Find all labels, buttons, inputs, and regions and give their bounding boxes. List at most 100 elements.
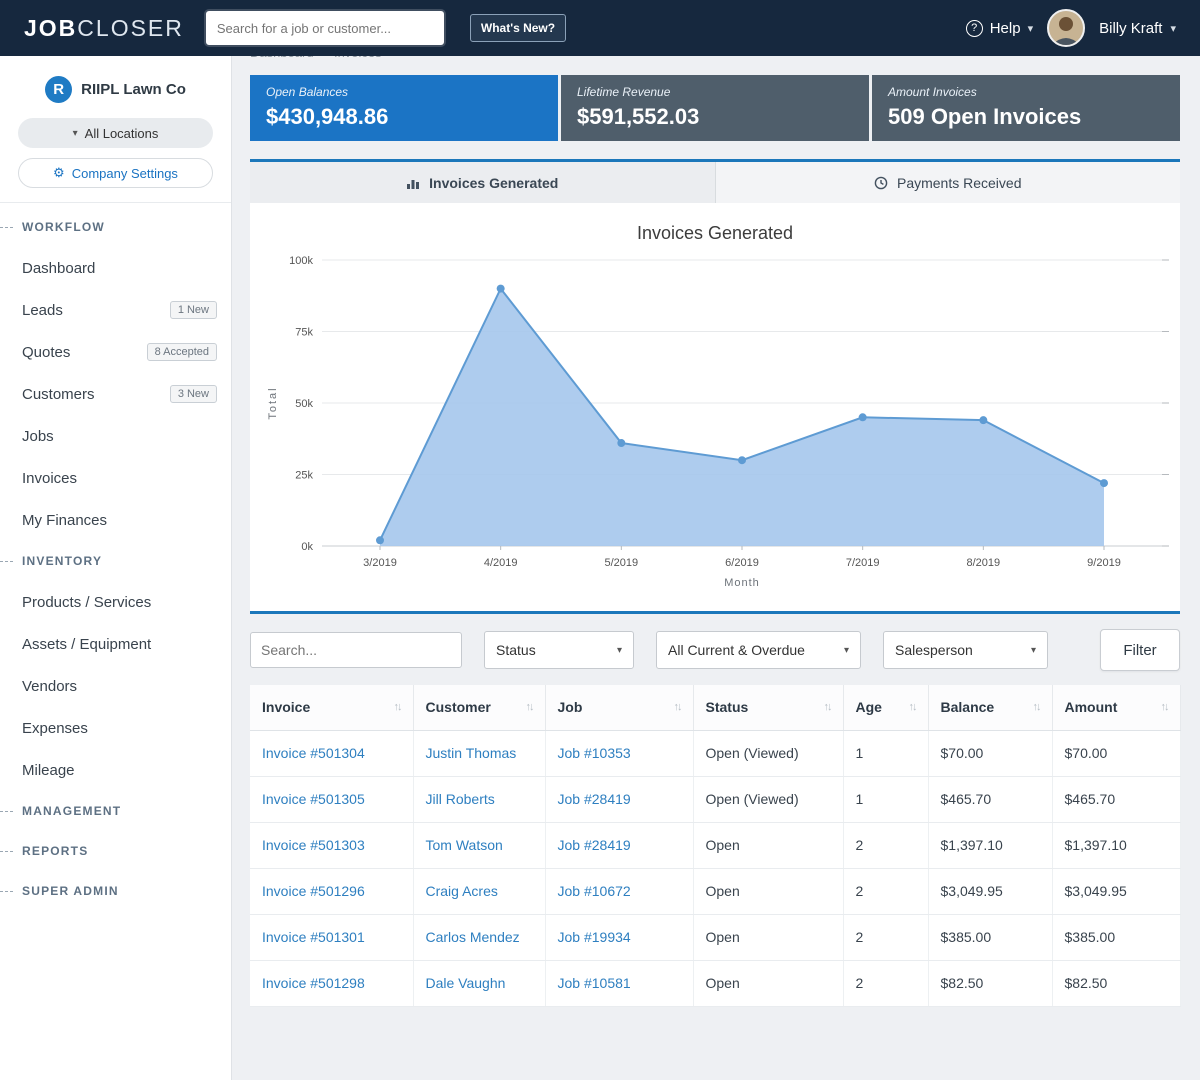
bar-chart-icon [406, 176, 420, 190]
stat-label: Lifetime Revenue [577, 85, 853, 99]
column-header-age[interactable]: ↑↓ Age [843, 685, 928, 730]
user-menu[interactable]: Billy Kraft ▾ [1099, 20, 1176, 37]
tab-label: Invoices Generated [429, 175, 558, 191]
column-label: Invoice [262, 699, 310, 715]
svg-text:8/2019: 8/2019 [967, 557, 1001, 569]
table-search-input[interactable] [250, 632, 462, 668]
sidebar-item-assets-equipment[interactable]: Assets / Equipment [0, 623, 231, 665]
cell-job[interactable]: Job #19934 [545, 914, 693, 960]
chart-tabs: Invoices Generated Payments Received [250, 159, 1180, 203]
chart-title: Invoices Generated [250, 223, 1180, 244]
stat-card-lifetime-revenue: Lifetime Revenue $591,552.03 [561, 75, 869, 141]
sidebar-item-my-finances[interactable]: My Finances [0, 499, 231, 541]
nav-item-label: Dashboard [22, 260, 95, 277]
cell-job[interactable]: Job #10581 [545, 960, 693, 1006]
svg-text:Total: Total [267, 386, 279, 419]
svg-text:6/2019: 6/2019 [725, 557, 759, 569]
column-label: Amount [1065, 699, 1118, 715]
sidebar-item-dashboard[interactable]: Dashboard [0, 247, 231, 289]
svg-text:75k: 75k [295, 327, 313, 339]
cell-customer[interactable]: Jill Roberts [413, 776, 545, 822]
sidebar-item-jobs[interactable]: Jobs [0, 415, 231, 457]
user-avatar[interactable] [1047, 9, 1085, 47]
column-header-status[interactable]: ↑↓Status [693, 685, 843, 730]
table-head: ↑↓Invoice↑↓Customer↑↓Job↑↓Status↑↓Age↑↓B… [250, 685, 1180, 730]
cell-status: Open (Viewed) [693, 730, 843, 776]
cell-customer[interactable]: Dale Vaughn [413, 960, 545, 1006]
nav-section-inventory: INVENTORY [0, 541, 231, 581]
company-settings-button[interactable]: ⚙ Company Settings [18, 158, 213, 188]
cell-balance: $82.50 [928, 960, 1052, 1006]
locations-dropdown[interactable]: ▾ All Locations [18, 118, 213, 148]
stat-value: $430,948.86 [266, 104, 542, 130]
sidebar-item-invoices[interactable]: Invoices [0, 457, 231, 499]
cell-invoice[interactable]: Invoice #501296 [250, 868, 413, 914]
filter-select-all-current-overdue[interactable]: All Current & Overdue▾ [656, 631, 861, 669]
cell-customer[interactable]: Justin Thomas [413, 730, 545, 776]
cell-status: Open [693, 960, 843, 1006]
tab-invoices-generated[interactable]: Invoices Generated [250, 162, 715, 203]
invoices-generated-chart: 0k25k50k75k100k3/20194/20195/20196/20197… [250, 246, 1180, 598]
select-value: Salesperson [895, 642, 973, 658]
cell-invoice[interactable]: Invoice #501303 [250, 822, 413, 868]
stat-value: $591,552.03 [577, 104, 853, 130]
sidebar-item-products-services[interactable]: Products / Services [0, 581, 231, 623]
cell-amount: $385.00 [1052, 914, 1180, 960]
cell-amount: $82.50 [1052, 960, 1180, 1006]
nav-item-label: Vendors [22, 678, 77, 695]
filter-button[interactable]: Filter [1100, 629, 1180, 671]
column-header-job[interactable]: ↑↓Job [545, 685, 693, 730]
sidebar-item-mileage[interactable]: Mileage [0, 749, 231, 791]
cell-invoice[interactable]: Invoice #501305 [250, 776, 413, 822]
sort-icon: ↑↓ [526, 701, 533, 713]
filter-select-status[interactable]: Status▾ [484, 631, 634, 669]
cell-status: Open [693, 914, 843, 960]
cell-customer[interactable]: Carlos Mendez [413, 914, 545, 960]
cell-invoice[interactable]: Invoice #501298 [250, 960, 413, 1006]
column-label: Age [856, 699, 882, 715]
cell-amount: $70.00 [1052, 730, 1180, 776]
column-header-amount[interactable]: ↑↓Amount [1052, 685, 1180, 730]
sidebar-item-expenses[interactable]: Expenses [0, 707, 231, 749]
column-header-invoice[interactable]: ↑↓Invoice [250, 685, 413, 730]
column-header-customer[interactable]: ↑↓Customer [413, 685, 545, 730]
svg-text:5/2019: 5/2019 [605, 557, 639, 569]
cell-job[interactable]: Job #28419 [545, 776, 693, 822]
cell-invoice[interactable]: Invoice #501304 [250, 730, 413, 776]
cell-job[interactable]: Job #28419 [545, 822, 693, 868]
cell-invoice[interactable]: Invoice #501301 [250, 914, 413, 960]
nav-badge: 8 Accepted [147, 343, 217, 361]
cell-job[interactable]: Job #10353 [545, 730, 693, 776]
help-menu[interactable]: ? Help ▾ [966, 20, 1033, 37]
table-row: Invoice #501296Craig AcresJob #10672Open… [250, 868, 1180, 914]
chevron-down-icon: ▾ [1170, 22, 1176, 35]
nav-section-super-admin: SUPER ADMIN [0, 871, 231, 911]
sidebar-item-customers[interactable]: Customers3 New [0, 373, 231, 415]
whats-new-button[interactable]: What's New? [470, 14, 566, 42]
column-header-balance[interactable]: ↑↓Balance [928, 685, 1052, 730]
company-header: R RIIPL Lawn Co [0, 70, 231, 118]
filter-bar: Status▾ All Current & Overdue▾ Salesperson… [250, 614, 1180, 685]
svg-text:25k: 25k [295, 470, 313, 482]
sidebar-item-quotes[interactable]: Quotes8 Accepted [0, 331, 231, 373]
svg-text:9/2019: 9/2019 [1087, 557, 1121, 569]
cell-customer[interactable]: Tom Watson [413, 822, 545, 868]
cell-age: 1 [843, 730, 928, 776]
sort-icon: ↑↓ [674, 701, 681, 713]
filter-select-salesperson[interactable]: Salesperson▾ [883, 631, 1048, 669]
nav-section-management: MANAGEMENT [0, 791, 231, 831]
svg-text:0k: 0k [301, 541, 313, 553]
cell-customer[interactable]: Craig Acres [413, 868, 545, 914]
sidebar-item-vendors[interactable]: Vendors [0, 665, 231, 707]
cell-job[interactable]: Job #10672 [545, 868, 693, 914]
stat-label: Open Balances [266, 85, 542, 99]
global-search-input[interactable] [206, 11, 444, 45]
tab-payments-received[interactable]: Payments Received [715, 162, 1181, 203]
table-body: Invoice #501304Justin ThomasJob #10353Op… [250, 730, 1180, 1006]
select-value: All Current & Overdue [668, 642, 805, 658]
sort-icon: ↑↓ [909, 701, 916, 713]
sidebar-item-leads[interactable]: Leads1 New [0, 289, 231, 331]
cell-balance: $385.00 [928, 914, 1052, 960]
cell-age: 2 [843, 822, 928, 868]
nav-section-reports: REPORTS [0, 831, 231, 871]
